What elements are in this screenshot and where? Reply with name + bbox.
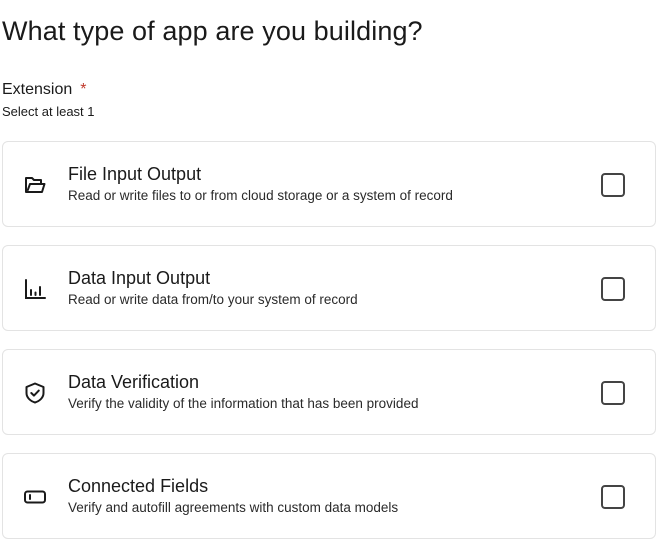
option-description: Read or write files to or from cloud sto…: [68, 188, 453, 203]
field-label-text: Extension: [2, 81, 73, 98]
folder-open-icon: [23, 173, 47, 197]
option-file-input-output[interactable]: File Input Output Read or write files to…: [2, 141, 656, 227]
option-checkbox[interactable]: [601, 381, 625, 405]
page-title: What type of app are you building?: [2, 16, 423, 46]
option-description: Verify the validity of the information t…: [68, 396, 419, 411]
extension-options-list: File Input Output Read or write files to…: [2, 141, 656, 557]
input-field-icon: [23, 485, 47, 509]
bar-chart-icon: [23, 277, 47, 301]
option-checkbox[interactable]: [601, 485, 625, 509]
option-checkbox[interactable]: [601, 277, 625, 301]
option-description: Verify and autofill agreements with cust…: [68, 500, 399, 515]
option-title: Data Verification: [68, 372, 200, 392]
option-title: Data Input Output: [68, 268, 211, 288]
option-description: Read or write data from/to your system o…: [68, 292, 358, 307]
extension-field-label: Extension *: [2, 81, 87, 99]
field-hint: Select at least 1: [2, 104, 95, 119]
option-title: File Input Output: [68, 164, 202, 184]
option-data-verification[interactable]: Data Verification Verify the validity of…: [2, 349, 656, 435]
option-connected-fields[interactable]: Connected Fields Verify and autofill agr…: [2, 453, 656, 539]
required-marker: *: [80, 81, 87, 98]
option-data-input-output[interactable]: Data Input Output Read or write data fro…: [2, 245, 656, 331]
shield-check-icon: [23, 381, 47, 405]
option-title: Connected Fields: [68, 476, 209, 496]
option-checkbox[interactable]: [601, 173, 625, 197]
